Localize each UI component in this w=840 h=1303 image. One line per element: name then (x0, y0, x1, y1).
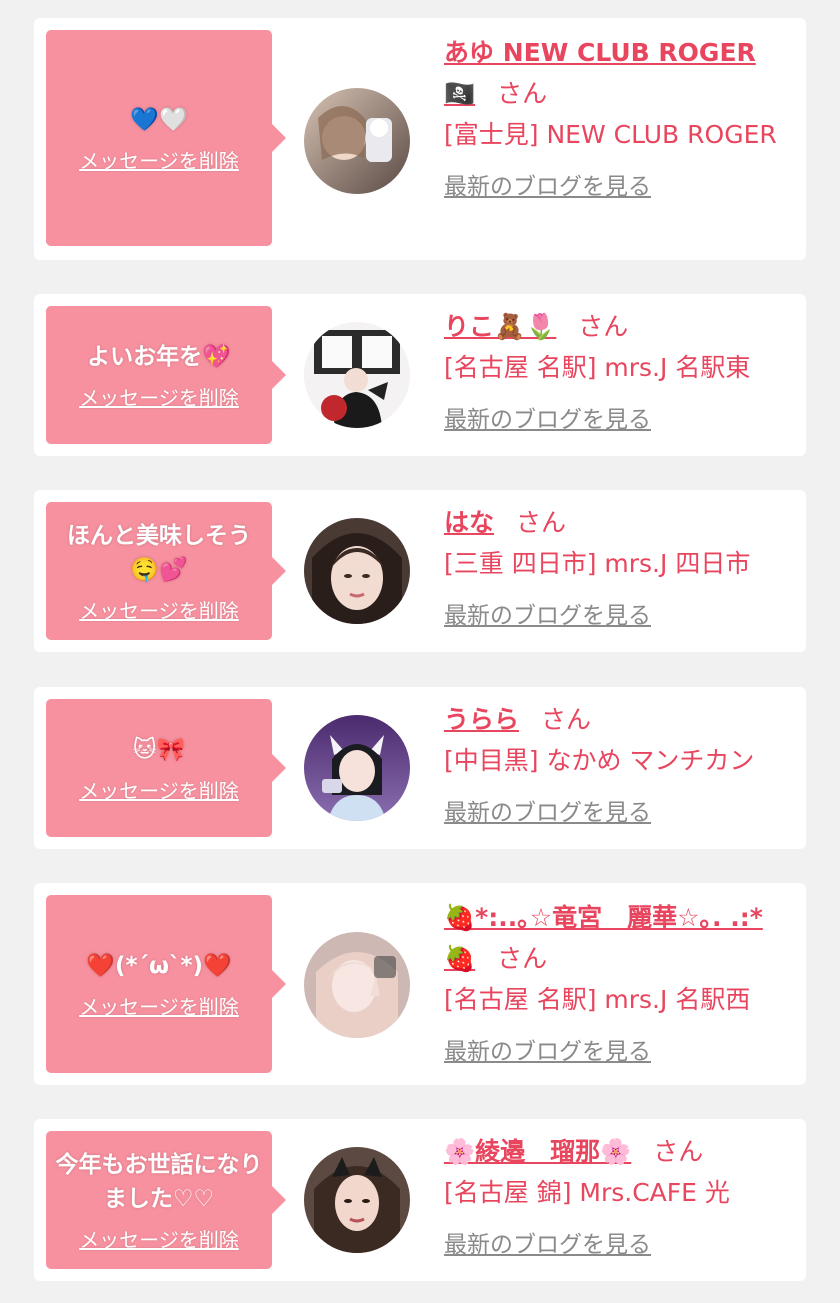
cast-name-link[interactable]: あゆ NEW CLUB ROGER 🏴‍☠️ (444, 38, 756, 108)
avatar[interactable] (304, 715, 410, 821)
delete-message-link[interactable]: メッセージを削除 (79, 1224, 239, 1253)
avatar-photo-icon (304, 518, 410, 624)
message-bubble: 💙🤍 メッセージを削除 (46, 30, 286, 246)
delete-message-link[interactable]: メッセージを削除 (79, 382, 239, 411)
message-text: ❤️(*´ω`*)❤️ (86, 952, 232, 979)
honorific: さん (497, 79, 548, 108)
shop-name: [中目黒] なかめ マンチカン (444, 746, 755, 775)
honorific: さん (541, 705, 592, 734)
cast-info: りこ🧸🌷 さん [名古屋 名駅] mrs.J 名駅東 最新のブログを見る (444, 306, 794, 441)
message-card: ❤️(*´ω`*)❤️ メッセージを削除 🍓*:..｡☆竜宮 麗華☆｡. .:*… (34, 883, 806, 1085)
message-bubble: よいお年を💖 メッセージを削除 (46, 306, 286, 444)
delete-message-link[interactable]: メッセージを削除 (79, 145, 239, 174)
latest-blog-link[interactable]: 最新のブログを見る (444, 596, 651, 637)
delete-message-link[interactable]: メッセージを削除 (79, 991, 239, 1020)
latest-blog-link[interactable]: 最新のブログを見る (444, 1032, 651, 1073)
avatar-photo-icon (304, 932, 410, 1038)
message-bubble: ❤️(*´ω`*)❤️ メッセージを削除 (46, 895, 286, 1073)
shop-name: [名古屋 名駅] mrs.J 名駅東 (444, 353, 751, 382)
cast-info: あゆ NEW CLUB ROGER 🏴‍☠️ さん [富士見] NEW CLUB … (444, 32, 794, 208)
honorific: さん (653, 1137, 704, 1166)
cast-name-link[interactable]: 🌸綾邉 瑠那🌸 (444, 1137, 631, 1166)
shop-name: [名古屋 錦] Mrs.CAFE 光 (444, 1178, 730, 1207)
message-text: ほんと美味しそう🤤💕 (67, 522, 251, 583)
cast-name-link[interactable]: うらら (444, 705, 519, 734)
honorific: さん (497, 944, 548, 973)
avatar-photo-icon (304, 88, 410, 194)
message-card: 今年もお世話になりました♡♡ メッセージを削除 🌸綾邉 瑠那🌸 さん [名古屋 錦… (34, 1119, 806, 1281)
avatar[interactable] (304, 932, 410, 1038)
avatar-photo-icon (304, 1147, 410, 1253)
shop-name: [富士見] NEW CLUB ROGER (444, 120, 777, 149)
cast-info: はな さん [三重 四日市] mrs.J 四日市 最新のブログを見る (444, 502, 794, 637)
message-card: 💙🤍 メッセージを削除 あゆ NEW CLUB ROGER 🏴‍☠️ さん [富士… (34, 18, 806, 260)
cast-info: うらら さん [中目黒] なかめ マンチカン 最新のブログを見る (444, 699, 794, 834)
latest-blog-link[interactable]: 最新のブログを見る (444, 400, 651, 441)
avatar[interactable] (304, 1147, 410, 1253)
cast-name-link[interactable]: りこ🧸🌷 (444, 312, 556, 341)
avatar[interactable] (304, 88, 410, 194)
message-text: 💙🤍 (130, 106, 188, 133)
message-bubble: ほんと美味しそう🤤💕 メッセージを削除 (46, 502, 286, 640)
latest-blog-link[interactable]: 最新のブログを見る (444, 167, 651, 208)
latest-blog-link[interactable]: 最新のブログを見る (444, 793, 651, 834)
message-bubble: 今年もお世話になりました♡♡ メッセージを削除 (46, 1131, 286, 1269)
latest-blog-link[interactable]: 最新のブログを見る (444, 1225, 651, 1266)
shop-name: [名古屋 名駅] mrs.J 名駅西 (444, 985, 751, 1014)
avatar[interactable] (304, 322, 410, 428)
message-bubble: 🐱🎀 メッセージを削除 (46, 699, 286, 837)
honorific: さん (516, 508, 567, 537)
cast-name-link[interactable]: 🍓*:..｡☆竜宮 麗華☆｡. .:* 🍓 (444, 903, 763, 973)
cast-info: 🌸綾邉 瑠那🌸 さん [名古屋 錦] Mrs.CAFE 光 最新のブログを見る (444, 1131, 794, 1266)
message-card: よいお年を💖 メッセージを削除 りこ🧸🌷 さん [名古屋 名駅] mrs.J 名駅… (34, 294, 806, 456)
message-card: 🐱🎀 メッセージを削除 うらら さん [中目黒] なかめ マンチカン 最新のブログ… (34, 687, 806, 849)
delete-message-link[interactable]: メッセージを削除 (79, 595, 239, 624)
shop-name: [三重 四日市] mrs.J 四日市 (444, 549, 751, 578)
honorific: さん (578, 312, 629, 341)
cast-info: 🍓*:..｡☆竜宮 麗華☆｡. .:* 🍓 さん [名古屋 名駅] mrs.J 名… (444, 897, 794, 1073)
avatar-photo-icon (304, 715, 410, 821)
delete-message-link[interactable]: メッセージを削除 (79, 775, 239, 804)
cast-name-link[interactable]: はな (444, 508, 494, 537)
message-card: ほんと美味しそう🤤💕 メッセージを削除 はな さん [三重 四日市] mrs.J … (34, 490, 806, 652)
avatar[interactable] (304, 518, 410, 624)
message-text: 🐱🎀 (132, 736, 186, 763)
avatar-photo-icon (304, 322, 410, 428)
message-text: 今年もお世話になりました♡♡ (55, 1151, 263, 1212)
message-text: よいお年を💖 (87, 343, 231, 370)
